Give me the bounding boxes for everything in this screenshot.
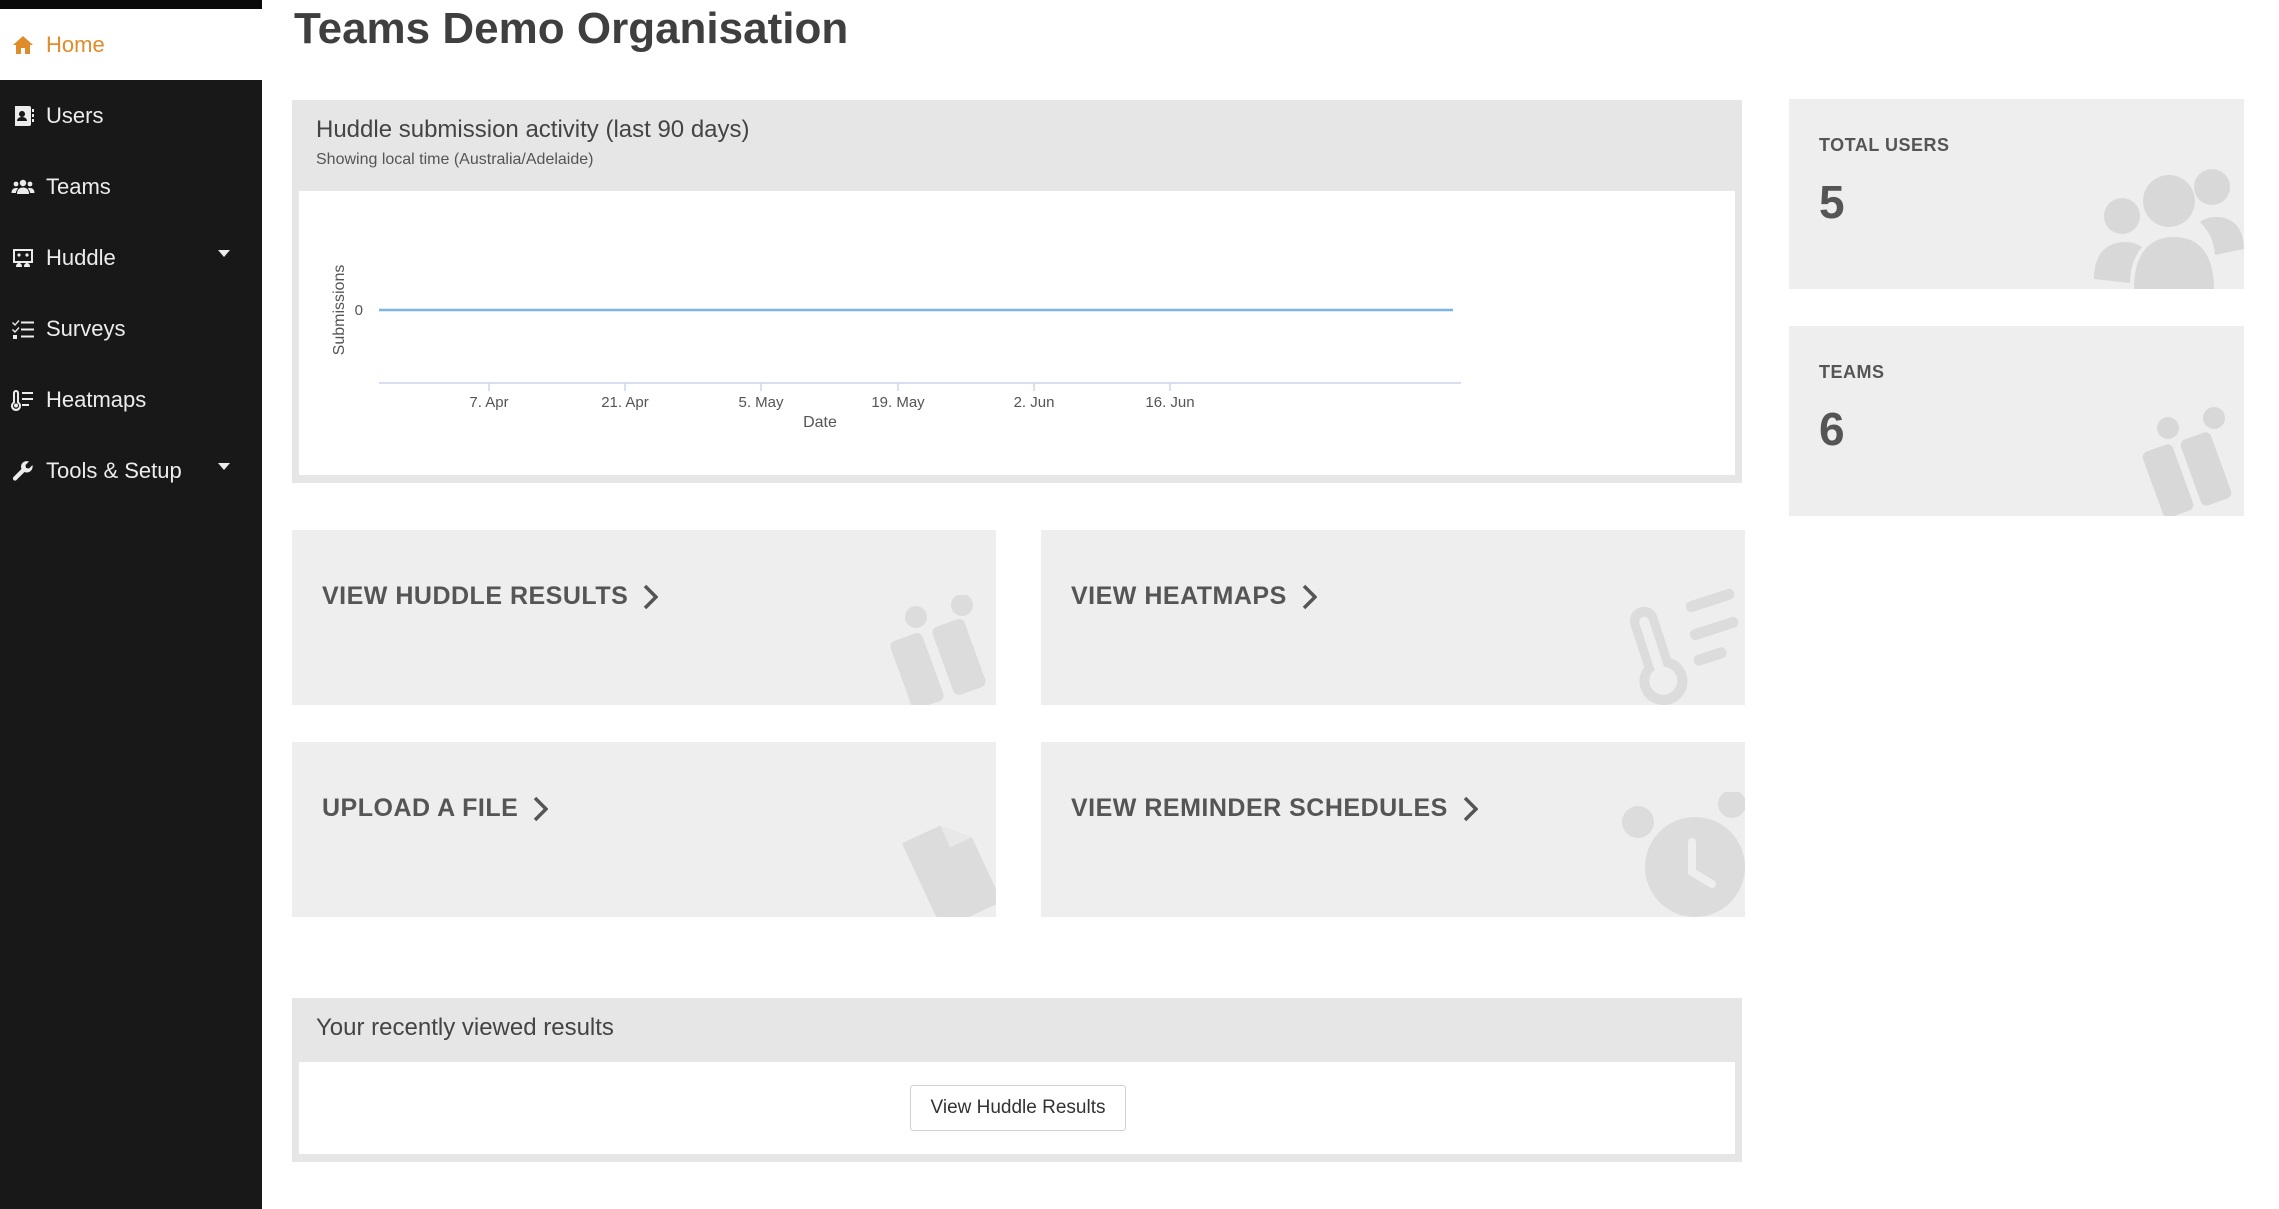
x-axis-title: Date <box>803 414 837 431</box>
total-users-value: 5 <box>1819 176 1845 228</box>
huddle-people-icon <box>890 595 986 705</box>
sidebar-item-teams[interactable]: Teams <box>0 151 262 222</box>
huddle-people-icon <box>2142 407 2232 516</box>
sidebar-top-bar <box>0 0 262 9</box>
huddle-board-icon <box>10 245 36 271</box>
main-content: Teams Demo Organisation Huddle submissio… <box>262 0 2279 1209</box>
x-tick-label: 16. Jun <box>1145 394 1194 411</box>
chevron-right-icon <box>1302 584 1317 609</box>
sidebar-item-home[interactable]: Home <box>0 9 262 80</box>
view-heatmaps-label: VIEW HEATMAPS <box>1071 582 1287 610</box>
sidebar-item-surveys[interactable]: Surveys <box>0 293 262 364</box>
chevron-right-icon <box>1463 796 1478 821</box>
chevron-right-icon <box>644 584 659 609</box>
sidebar-item-label: Surveys <box>46 315 126 341</box>
upload-file-link[interactable]: UPLOAD A FILE <box>322 794 549 823</box>
recently-viewed-body: View Huddle Results <box>299 1062 1735 1154</box>
view-heatmaps-link[interactable]: VIEW HEATMAPS <box>1071 582 1317 611</box>
view-reminder-schedules-link[interactable]: VIEW REMINDER SCHEDULES <box>1071 794 1478 823</box>
view-reminder-schedules-card[interactable]: VIEW REMINDER SCHEDULES <box>1041 742 1745 917</box>
x-tick-label: 21. Apr <box>601 394 649 411</box>
view-reminder-schedules-label: VIEW REMINDER SCHEDULES <box>1071 794 1448 822</box>
teams-label: TEAMS <box>1819 362 1885 382</box>
sidebar-item-label: Users <box>46 102 104 128</box>
chart-title: Huddle submission activity (last 90 days… <box>316 116 750 143</box>
sidebar-item-label: Home <box>46 31 105 57</box>
recently-viewed-card: Your recently viewed results View Huddle… <box>292 998 1742 1162</box>
chart-body: 7. Apr 21. Apr 5. May 19. May 2. Jun 16. Jun 0… <box>299 191 1735 475</box>
chart-subtitle: Showing local time (Australia/Adelaide) <box>316 151 594 168</box>
sidebar-item-label: Huddle <box>46 244 116 270</box>
view-huddle-results-link[interactable]: VIEW HUDDLE RESULTS <box>322 582 659 611</box>
teams-card[interactable]: TEAMS 6 <box>1789 326 2244 516</box>
sidebar-item-users[interactable]: Users <box>0 80 262 151</box>
chevron-right-icon <box>534 796 549 821</box>
page-title: Teams Demo Organisation <box>294 4 849 53</box>
address-book-icon <box>10 103 36 129</box>
file-icon <box>901 825 996 917</box>
recently-viewed-title: Your recently viewed results <box>316 1014 614 1041</box>
total-users-card[interactable]: TOTAL USERS 5 <box>1789 99 2244 289</box>
users-icon <box>10 174 36 200</box>
y-tick-label: 0 <box>355 302 363 319</box>
chevron-down-icon <box>218 250 230 257</box>
thermometer-icon <box>1629 588 1739 705</box>
activity-line-chart: 7. Apr 21. Apr 5. May 19. May 2. Jun 16. Jun 0… <box>331 265 1461 431</box>
teams-value: 6 <box>1819 403 1845 455</box>
total-users-label: TOTAL USERS <box>1819 135 1950 155</box>
sidebar-item-label: Heatmaps <box>46 386 147 412</box>
alarm-clock-icon <box>1622 792 1745 917</box>
home-icon <box>10 32 36 58</box>
upload-file-label: UPLOAD A FILE <box>322 794 519 822</box>
sidebar-item-heatmaps[interactable]: Heatmaps <box>0 364 262 435</box>
x-tick-label: 2. Jun <box>1014 394 1055 411</box>
view-huddle-results-card[interactable]: VIEW HUDDLE RESULTS <box>292 530 996 705</box>
sidebar-item-label: Teams <box>46 173 111 199</box>
x-tick-label: 5. May <box>738 394 784 411</box>
sidebar-item-label: Tools & Setup <box>46 457 182 483</box>
sidebar: Home Users Teams Huddle Surveys Heatmaps <box>0 0 262 1209</box>
thermometer-icon <box>10 387 36 413</box>
y-axis-title: Submissions <box>331 265 348 356</box>
wrench-icon <box>10 458 36 484</box>
view-huddle-results-button[interactable]: View Huddle Results <box>910 1085 1126 1131</box>
upload-file-card[interactable]: UPLOAD A FILE <box>292 742 996 917</box>
x-tick-label: 7. Apr <box>469 394 508 411</box>
x-tick-label: 19. May <box>871 394 925 411</box>
view-heatmaps-card[interactable]: VIEW HEATMAPS <box>1041 530 1745 705</box>
chevron-down-icon <box>218 463 230 470</box>
activity-chart-card: Huddle submission activity (last 90 days… <box>292 100 1742 483</box>
view-huddle-results-label: VIEW HUDDLE RESULTS <box>322 582 629 610</box>
sidebar-item-huddle[interactable]: Huddle <box>0 222 262 293</box>
checklist-icon <box>10 316 36 342</box>
users-icon <box>2094 169 2244 289</box>
sidebar-item-tools-setup[interactable]: Tools & Setup <box>0 435 262 506</box>
